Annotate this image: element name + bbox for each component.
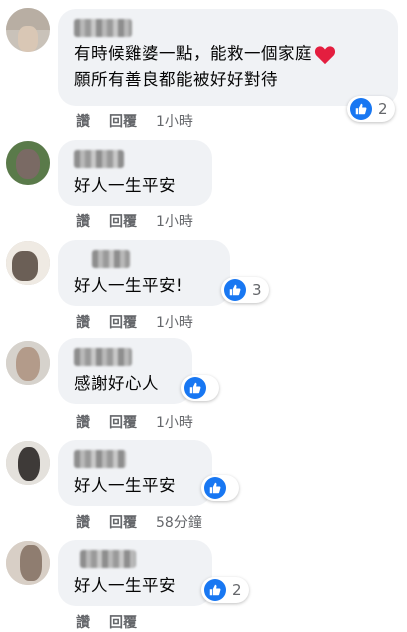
reaction-summary[interactable]: 3	[221, 277, 269, 303]
avatar[interactable]	[6, 541, 50, 585]
comment-line: 有時候雞婆一點，能救一個家庭	[74, 44, 312, 63]
timestamp[interactable]: 58分鐘	[156, 512, 202, 532]
author-name[interactable]	[92, 250, 130, 268]
comment: 好人一生平安! 3 讚回覆 1小時	[0, 235, 407, 335]
reaction-count: 2	[378, 100, 388, 118]
comment-actions: 讚回覆 1小時	[76, 412, 193, 432]
comment-line: 好人一生平安!	[74, 276, 184, 295]
reply-link[interactable]: 回覆	[109, 612, 137, 632]
comment-line: 好人一生平安	[74, 476, 176, 495]
reaction-summary[interactable]: 2	[201, 577, 249, 603]
comment-text: 感謝好心人	[74, 371, 159, 397]
comment: 好人一生平安 2 讚回覆	[0, 535, 407, 631]
author-name[interactable]	[74, 19, 132, 37]
avatar[interactable]	[6, 141, 50, 185]
like-thumb-icon	[350, 98, 372, 120]
reaction-summary[interactable]: 2	[347, 96, 395, 122]
avatar[interactable]	[6, 341, 50, 385]
comment: 有時候雞婆一點，能救一個家庭 願所有善良都能被好好對待 2 讚回覆 1小時	[0, 0, 407, 135]
like-thumb-icon	[224, 279, 246, 301]
comment-bubble: 好人一生平安	[58, 440, 212, 506]
like-link[interactable]: 讚	[76, 312, 90, 332]
like-link[interactable]: 讚	[76, 111, 90, 131]
comment-bubble: 好人一生平安	[58, 140, 212, 206]
comment-text: 好人一生平安!	[74, 273, 183, 299]
like-link[interactable]: 讚	[76, 612, 90, 632]
avatar[interactable]	[6, 441, 50, 485]
reply-link[interactable]: 回覆	[109, 412, 137, 432]
comment: 好人一生平安 讚回覆 58分鐘	[0, 435, 407, 535]
reaction-count: 2	[232, 581, 242, 599]
comment-line: 感謝好心人	[74, 374, 159, 393]
comment-bubble: 感謝好心人	[58, 338, 192, 404]
reaction-summary[interactable]	[201, 475, 239, 501]
red-heart-icon	[314, 45, 336, 64]
comment-text: 好人一生平安	[74, 173, 176, 199]
author-name[interactable]	[74, 348, 132, 366]
author-name[interactable]	[74, 450, 126, 468]
like-thumb-icon	[204, 477, 226, 499]
reply-link[interactable]: 回覆	[109, 111, 137, 131]
like-link[interactable]: 讚	[76, 512, 90, 532]
timestamp[interactable]: 1小時	[156, 211, 193, 231]
reaction-count: 3	[252, 281, 262, 299]
like-link[interactable]: 讚	[76, 412, 90, 432]
author-name[interactable]	[80, 550, 136, 568]
comment-actions: 讚回覆 58分鐘	[76, 512, 202, 532]
comment-actions: 讚回覆 1小時	[76, 111, 193, 131]
comment-text: 有時候雞婆一點，能救一個家庭 願所有善良都能被好好對待	[74, 41, 336, 93]
reaction-summary[interactable]	[181, 375, 219, 401]
timestamp[interactable]: 1小時	[156, 312, 193, 332]
author-name[interactable]	[74, 150, 124, 168]
avatar[interactable]	[6, 8, 50, 52]
like-thumb-icon	[204, 579, 226, 601]
comment-actions: 讚回覆 1小時	[76, 211, 193, 231]
comment-actions: 讚回覆 1小時	[76, 312, 193, 332]
comment-bubble: 好人一生平安!	[58, 240, 230, 306]
comment-actions: 讚回覆	[76, 612, 156, 632]
comment: 感謝好心人 讚回覆 1小時	[0, 335, 407, 435]
timestamp[interactable]: 1小時	[156, 412, 193, 432]
timestamp[interactable]: 1小時	[156, 111, 193, 131]
like-thumb-icon	[184, 377, 206, 399]
comment-bubble: 好人一生平安	[58, 540, 212, 606]
like-link[interactable]: 讚	[76, 211, 90, 231]
comment-text: 好人一生平安	[74, 473, 176, 499]
reply-link[interactable]: 回覆	[109, 312, 137, 332]
comment-text: 好人一生平安	[74, 573, 176, 599]
reply-link[interactable]: 回覆	[109, 512, 137, 532]
comment-line: 願所有善良都能被好好對待	[74, 70, 278, 89]
comment-line: 好人一生平安	[74, 176, 176, 195]
comment-bubble: 有時候雞婆一點，能救一個家庭 願所有善良都能被好好對待	[58, 9, 398, 106]
reply-link[interactable]: 回覆	[109, 211, 137, 231]
avatar[interactable]	[6, 241, 50, 285]
comment: 好人一生平安 讚回覆 1小時	[0, 135, 407, 235]
comment-line: 好人一生平安	[74, 576, 176, 595]
